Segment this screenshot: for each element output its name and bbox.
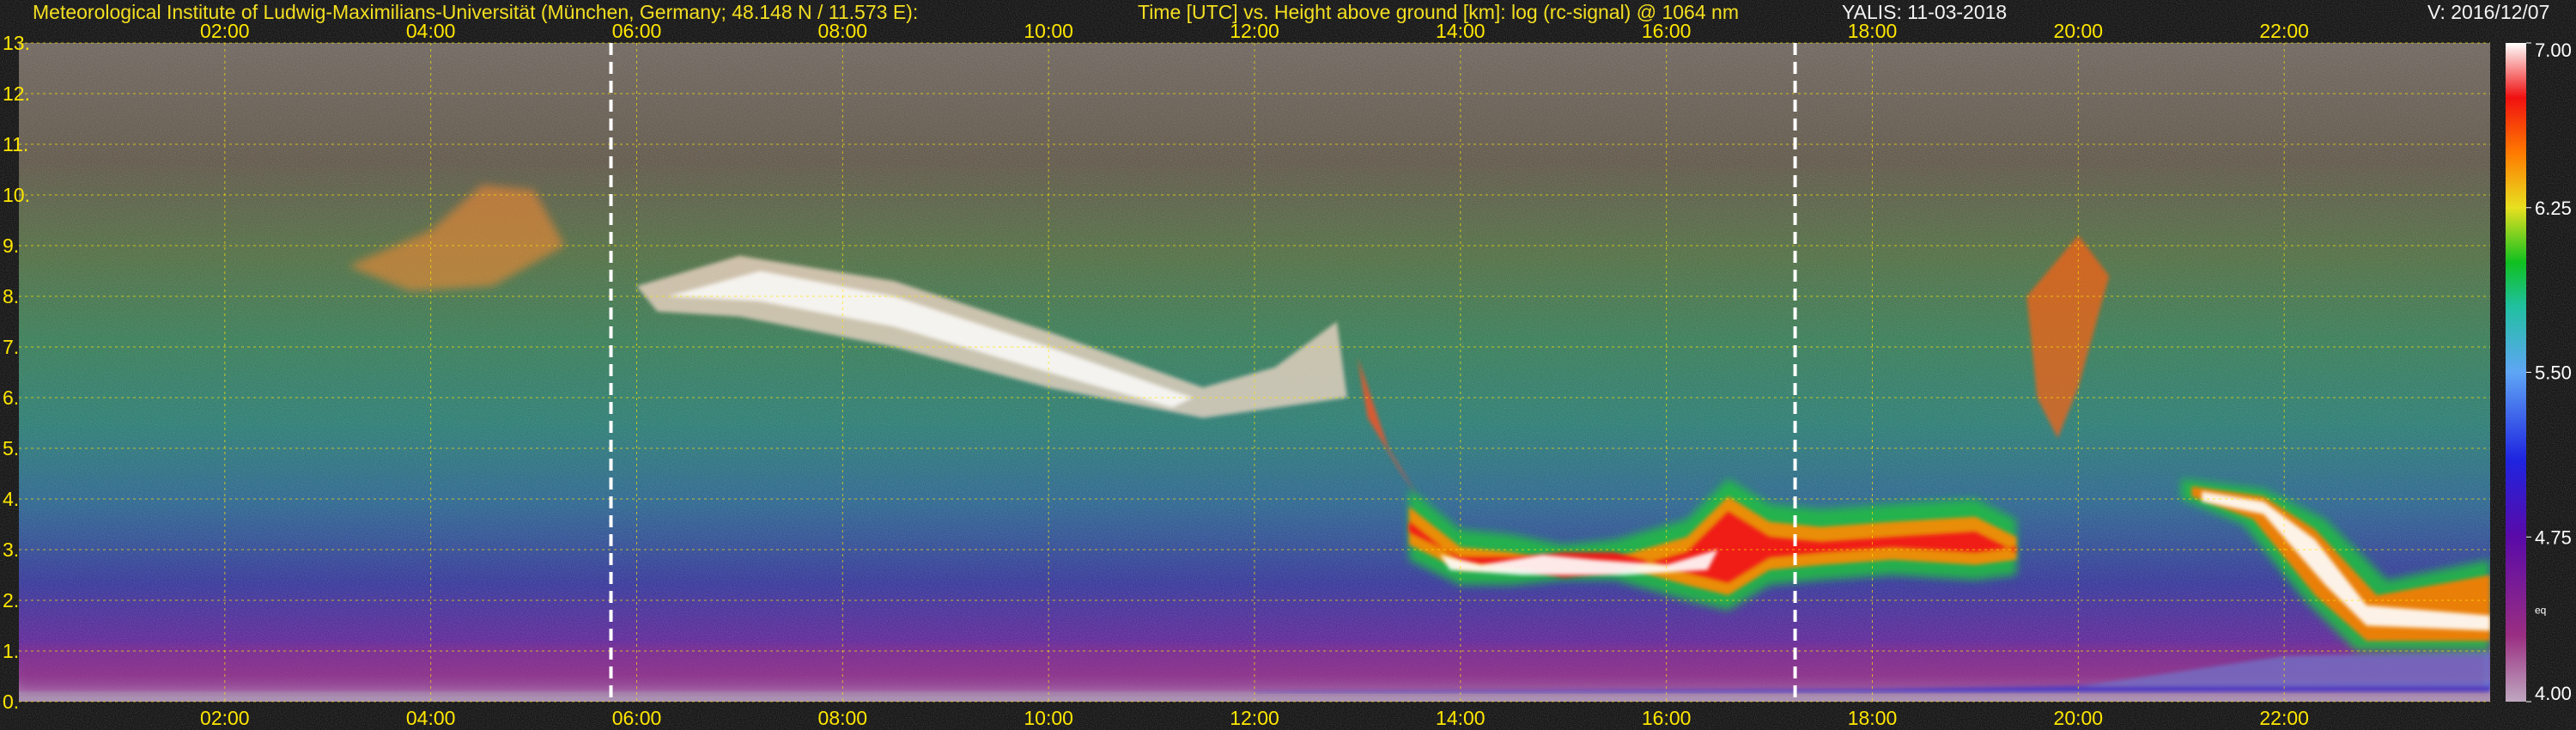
colorbar-ticks: 4.00 4.75 5.50 6.25 7.00	[2526, 40, 2572, 704]
y-tick-label: 0.	[3, 690, 19, 713]
x-tick-label-top: 20:00	[2054, 20, 2104, 42]
y-tick-label: 5.	[3, 437, 19, 459]
y-tick-label: 1.	[3, 640, 19, 662]
x-tick-label-top: 14:00	[1436, 20, 1485, 42]
x-tick-label-bottom: 22:00	[2259, 707, 2309, 729]
x-tick-label-bottom: 20:00	[2054, 707, 2104, 729]
colorbar-small-label: eq	[2535, 605, 2546, 617]
y-tick-label: 7.	[3, 336, 19, 358]
x-tick-label-top: 22:00	[2259, 20, 2309, 42]
y-tick-label: 12.	[3, 82, 30, 105]
x-tick-label-top: 12:00	[1230, 20, 1279, 42]
y-tick-label: 6.	[3, 386, 19, 409]
y-tick-label: 8.	[3, 285, 19, 307]
x-tick-label-bottom: 06:00	[612, 707, 662, 729]
x-tick-label-top: 04:00	[406, 20, 456, 42]
x-tick-label-bottom: 02:00	[200, 707, 250, 729]
lidar-quicklook-chart: 02:00 04:00 06:00 08:00 10:00 12:00 14:00 16:00…	[3, 20, 2572, 729]
x-tick-label-top: 02:00	[200, 20, 250, 42]
x-axis-top: 02:00 04:00 06:00 08:00 10:00 12:00 14:00 16:00…	[200, 20, 2309, 42]
x-tick-label-bottom: 16:00	[1642, 707, 1692, 729]
x-tick-label-top: 18:00	[1848, 20, 1898, 42]
colorbar-tick-label: 4.00	[2535, 683, 2572, 704]
x-tick-label-top: 16:00	[1642, 20, 1692, 42]
y-tick-label: 2.	[3, 589, 19, 611]
x-tick-label-top: 08:00	[818, 20, 868, 42]
x-tick-label-bottom: 10:00	[1024, 707, 1073, 729]
x-tick-label-bottom: 18:00	[1848, 707, 1898, 729]
y-tick-label: 9.	[3, 234, 19, 257]
x-tick-label-top: 10:00	[1024, 20, 1073, 42]
x-axis-bottom: 02:00 04:00 06:00 08:00 10:00 12:00 14:00 16:00…	[200, 707, 2309, 729]
x-tick-label-bottom: 14:00	[1436, 707, 1485, 729]
x-tick-label-bottom: 04:00	[406, 707, 456, 729]
colorbar-tick-label: 7.00	[2535, 40, 2572, 61]
colorbar-tick-label: 5.50	[2535, 362, 2572, 384]
x-tick-label-top: 06:00	[612, 20, 662, 42]
y-tick-label: 4.	[3, 488, 19, 510]
x-tick-label-bottom: 12:00	[1230, 707, 1279, 729]
plot-area	[19, 42, 2490, 703]
y-tick-label: 11.	[3, 133, 28, 155]
colorbar-scale	[2506, 43, 2526, 702]
colorbar-tick-label: 4.75	[2535, 526, 2572, 548]
x-tick-label-bottom: 08:00	[818, 707, 868, 729]
y-tick-label: 10.	[3, 184, 30, 206]
y-tick-label: 3.	[3, 538, 19, 561]
colorbar-tick-label: 6.25	[2535, 198, 2572, 219]
colorbar: 4.00 4.75 5.50 6.25 7.00 eq	[2506, 40, 2572, 704]
y-tick-label: 13.	[3, 32, 30, 54]
